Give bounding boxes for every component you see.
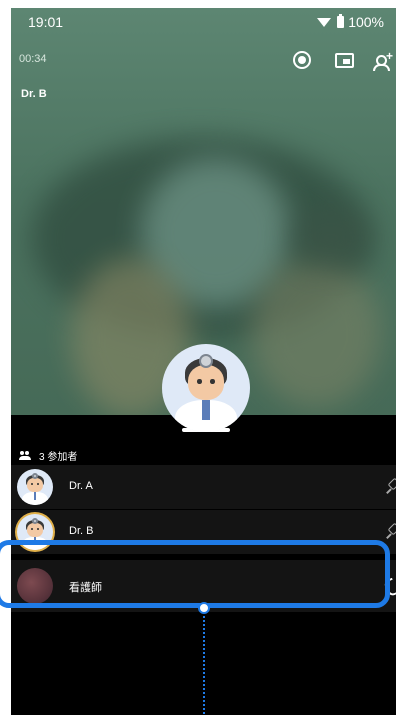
battery-level: 100% bbox=[348, 14, 384, 30]
annotation-dotted-line bbox=[203, 616, 205, 714]
participant-row-dr-a[interactable]: Dr. A bbox=[11, 465, 396, 510]
battery-icon bbox=[337, 14, 345, 28]
speaker-avatar bbox=[162, 344, 250, 432]
selection-highlight bbox=[0, 540, 390, 608]
picture-in-picture-button[interactable] bbox=[333, 49, 355, 71]
avatar-face bbox=[187, 365, 225, 401]
participant-count-label: 3 参加者 bbox=[39, 452, 78, 463]
person-add-body bbox=[373, 64, 390, 71]
annotation-connector-dot bbox=[198, 602, 210, 614]
pip-inner bbox=[343, 59, 350, 64]
call-duration: 00:34 bbox=[19, 53, 47, 65]
avatar-tie bbox=[202, 400, 210, 420]
avatar bbox=[17, 469, 53, 505]
speaker-name: Dr. B bbox=[21, 88, 47, 100]
pin-icon[interactable] bbox=[386, 477, 396, 494]
status-icons: 100% bbox=[317, 14, 384, 30]
participant-name: Dr. A bbox=[69, 480, 93, 492]
video-blur-shape bbox=[251, 258, 381, 408]
record-dot bbox=[298, 56, 306, 64]
status-bar: 19:01 100% bbox=[11, 8, 396, 36]
doctor-avatar-icon bbox=[17, 469, 53, 505]
plus-icon: + bbox=[386, 49, 394, 63]
add-participant-button[interactable]: + bbox=[373, 49, 395, 71]
wifi-icon bbox=[317, 17, 332, 27]
status-time: 19:01 bbox=[28, 14, 64, 30]
participant-name: Dr. B bbox=[69, 525, 94, 537]
participant-count: 3 参加者 bbox=[19, 448, 77, 463]
avatar-eye bbox=[210, 379, 215, 384]
video-blur-shape bbox=[291, 208, 371, 268]
doctor-avatar-icon bbox=[162, 344, 250, 432]
head-mirror bbox=[198, 353, 214, 368]
people-icon bbox=[19, 450, 33, 461]
record-button[interactable] bbox=[291, 49, 313, 71]
avatar-eye bbox=[197, 379, 202, 384]
pin-icon[interactable] bbox=[386, 522, 396, 539]
